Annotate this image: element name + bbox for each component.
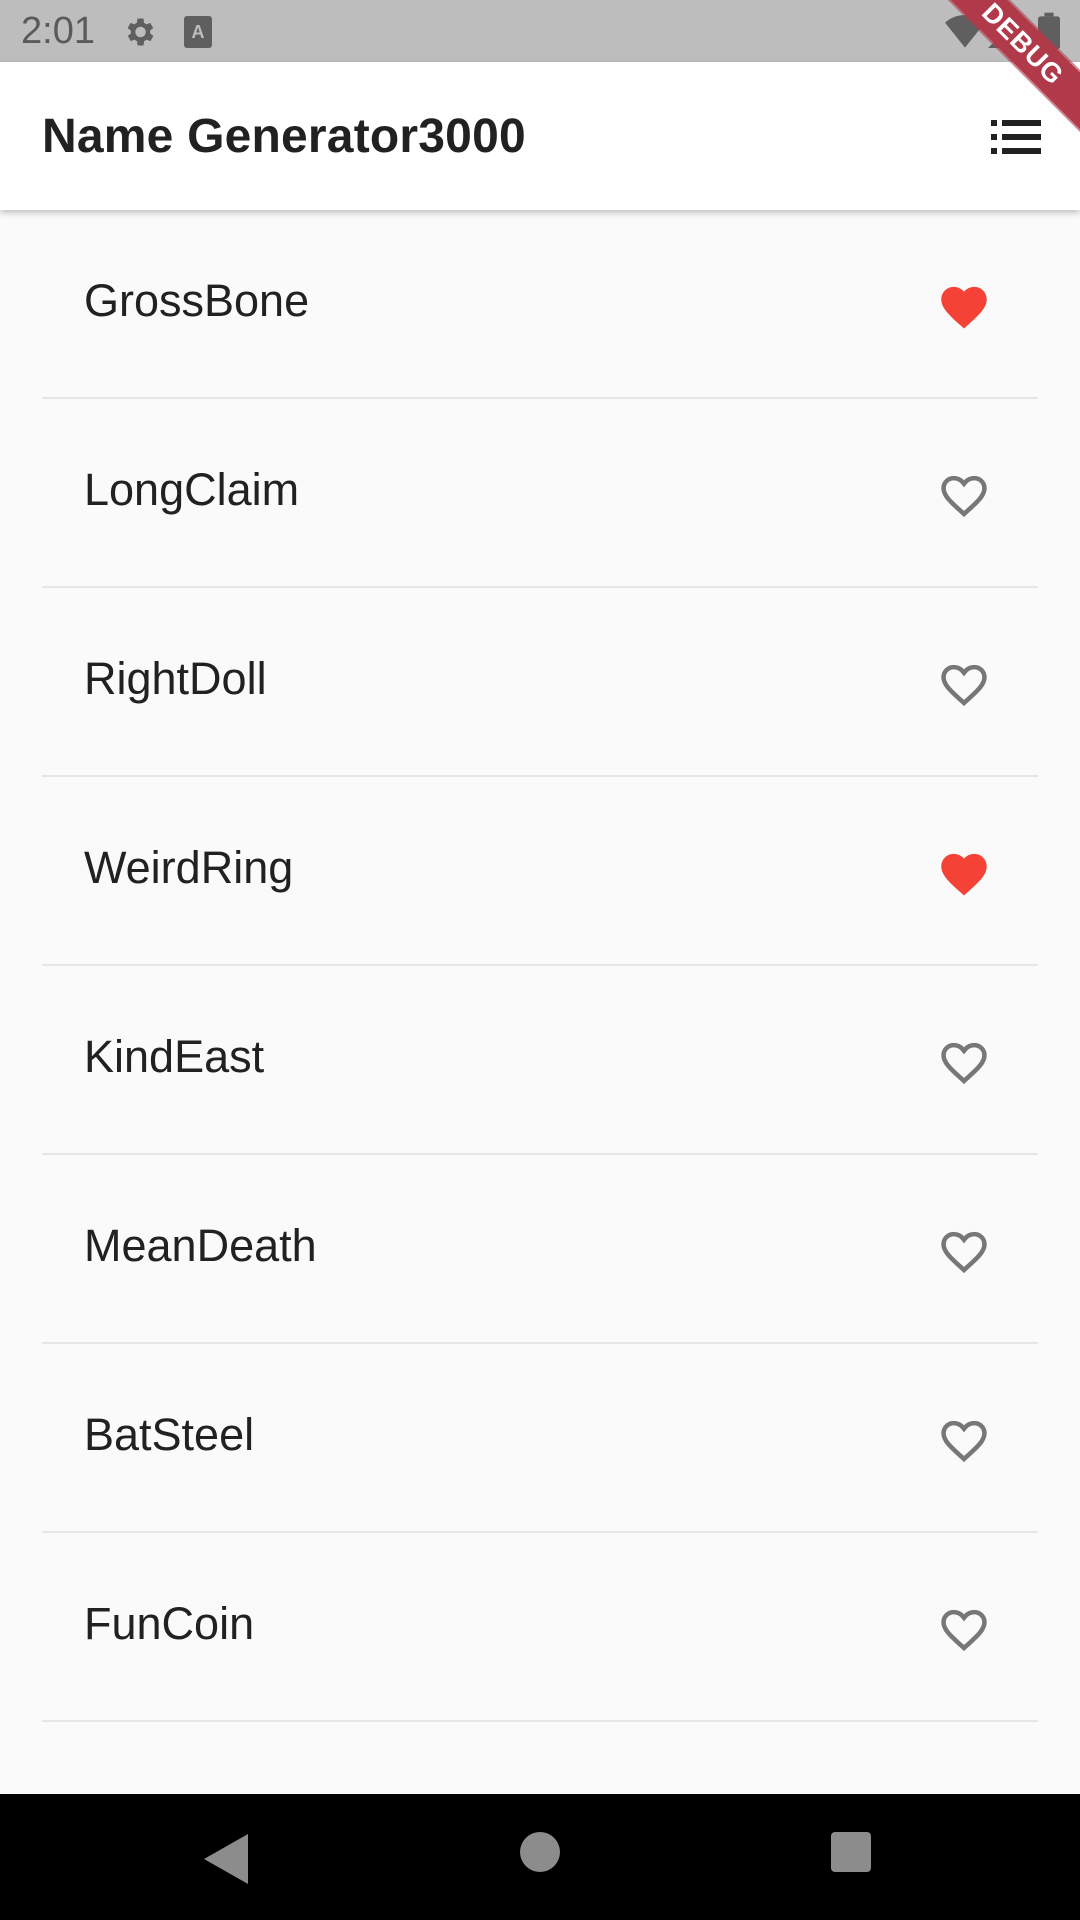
keyboard-a-icon: A [184,16,212,48]
list-item[interactable]: KindEast [0,966,1080,1155]
heart-outline-icon[interactable] [936,1036,992,1086]
heart-outline-icon[interactable] [936,1603,992,1653]
recents-icon[interactable] [831,1832,871,1872]
list-item-label: FunCoin [84,1598,255,1649]
list-item-label: WeirdRing [84,842,294,893]
list-item[interactable]: GrossBone [0,210,1080,399]
app-bar: Name Generator3000 [0,62,1080,210]
svg-text:A: A [192,22,205,42]
list-item-label: KindEast [84,1031,265,1082]
heart-outline-icon[interactable] [936,1414,992,1464]
heart-outline-icon[interactable] [936,1225,992,1275]
heart-outline-icon[interactable] [936,469,992,519]
heart-filled-icon[interactable] [936,847,992,897]
list-item[interactable]: FunCoin [0,1533,1080,1722]
divider [42,1720,1038,1722]
list-item[interactable]: WeirdRing [0,777,1080,966]
list-item-label: RightDoll [84,653,267,704]
app-title: Name Generator3000 [42,110,526,163]
list-item[interactable]: LongClaim [0,399,1080,588]
back-icon[interactable] [204,1834,248,1884]
heart-filled-icon[interactable] [936,280,992,330]
home-icon[interactable] [520,1832,560,1872]
status-bar: 2:01 A [0,0,1080,62]
heart-outline-icon[interactable] [936,658,992,708]
list-icon[interactable] [991,120,1041,154]
gear-icon [127,18,154,46]
status-time: 2:01 [21,10,95,52]
list-item[interactable]: RightDoll [0,588,1080,777]
list-item[interactable]: MeanDeath [0,1155,1080,1344]
list-item-label: LongClaim [84,464,300,515]
list-item-label: GrossBone [84,275,310,326]
list-item-label: BatSteel [84,1409,255,1460]
list-item[interactable]: BatSteel [0,1344,1080,1533]
list-item-label: MeanDeath [84,1220,317,1271]
navigation-bar [0,1794,1080,1920]
